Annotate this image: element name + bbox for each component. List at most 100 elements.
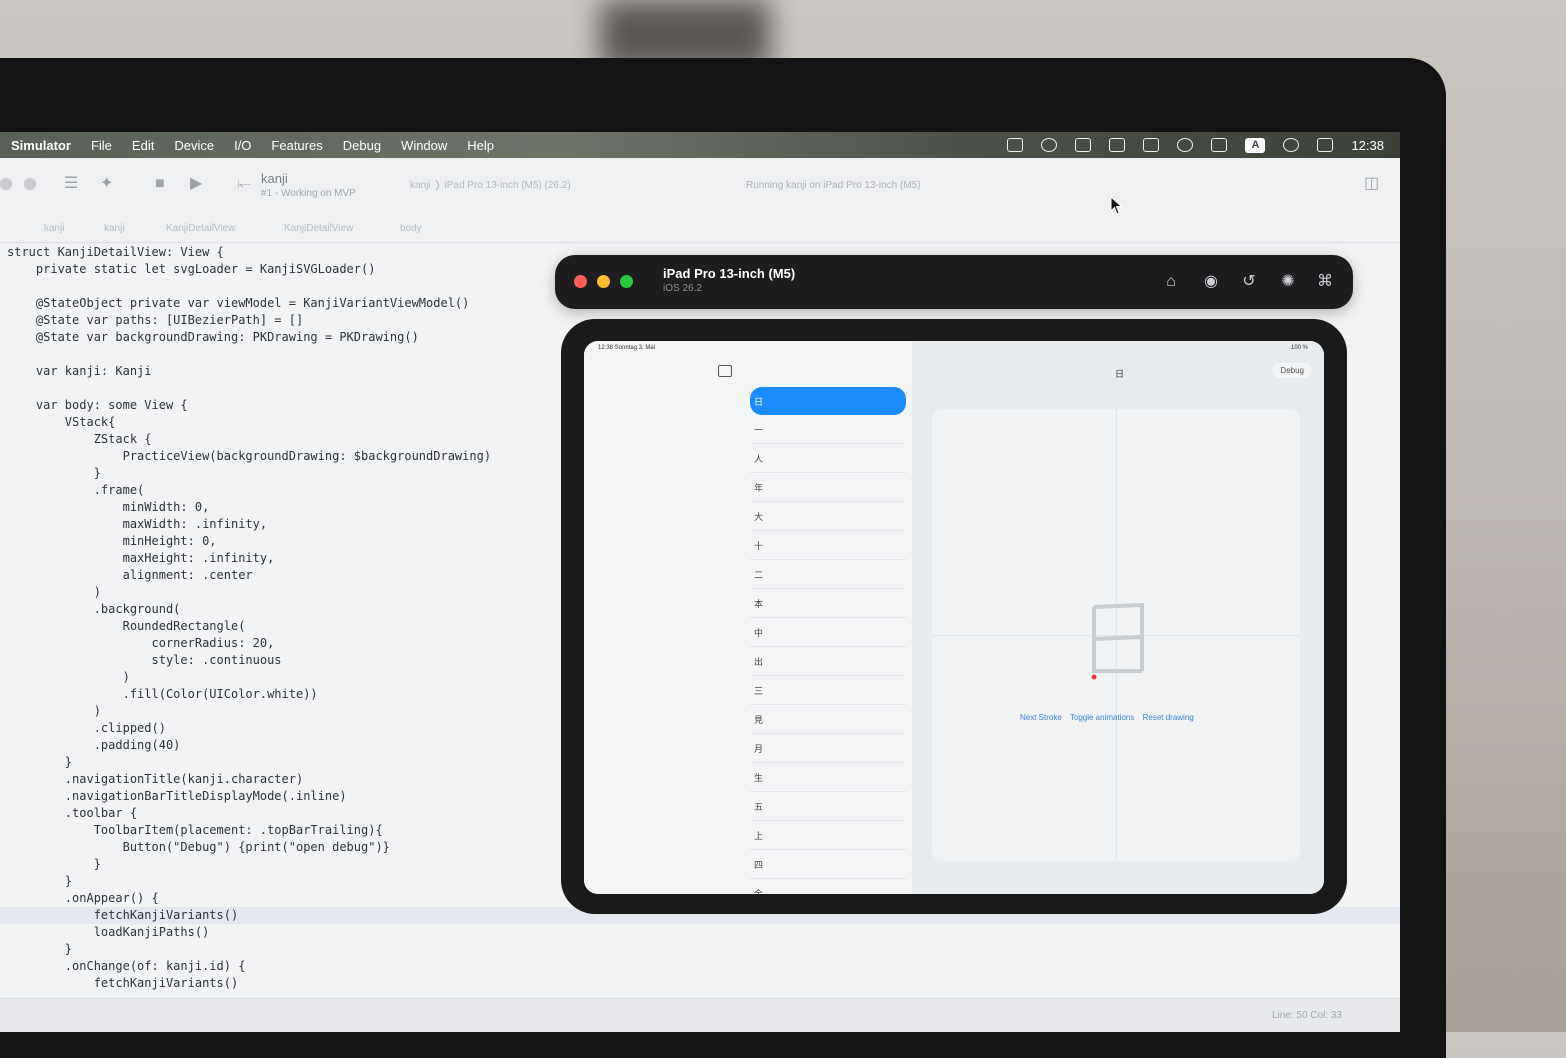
screenshot-icon[interactable]: ◉ <box>1201 272 1221 292</box>
code-line[interactable]: .padding(40) <box>7 737 181 754</box>
kanji-list-item[interactable]: 人 <box>750 444 906 473</box>
calendar-icon[interactable] <box>1109 138 1126 152</box>
code-line[interactable]: .fill(Color(UIColor.white)) <box>7 686 318 703</box>
jump-folder[interactable]: kanji <box>104 223 125 234</box>
code-line[interactable]: } <box>7 941 72 958</box>
menu-debug[interactable]: Debug <box>343 138 381 153</box>
code-line[interactable]: .onChange(of: kanji.id) { <box>7 958 246 975</box>
kanji-list-item[interactable]: 上 <box>750 821 906 850</box>
code-line[interactable]: .background( <box>7 601 181 618</box>
code-line[interactable]: .toolbar { <box>7 805 137 822</box>
kanji-list-item[interactable]: 大 <box>750 502 906 531</box>
code-line[interactable]: .clipped() <box>7 720 166 737</box>
practice-canvas[interactable]: Next Stroke Toggle animations Reset draw… <box>932 409 1300 861</box>
kanji-list-item[interactable]: 年 <box>750 473 906 502</box>
code-line[interactable]: style: .continuous <box>7 652 281 669</box>
menu-app[interactable]: Simulator <box>11 138 71 153</box>
grammarly-icon[interactable] <box>1041 138 1058 152</box>
code-line[interactable]: } <box>7 754 72 771</box>
code-line[interactable]: @State var backgroundDrawing: PKDrawing … <box>7 329 419 346</box>
code-line[interactable]: .navigationTitle(kanji.character) <box>7 771 303 788</box>
inspector-toggle-icon[interactable]: ◫ <box>1364 175 1379 193</box>
menu-device[interactable]: Device <box>174 138 214 153</box>
reset-drawing-button[interactable]: Reset drawing <box>1143 713 1194 722</box>
creative-cloud-icon[interactable] <box>1177 138 1194 152</box>
menu-io[interactable]: I/O <box>234 138 251 153</box>
tools-icon[interactable] <box>1211 138 1228 152</box>
menu-extra-icon[interactable] <box>1143 138 1160 152</box>
jump-file[interactable]: KanjiDetailView <box>166 223 235 234</box>
code-line[interactable]: maxHeight: .infinity, <box>7 550 275 567</box>
sim-minimize-button[interactable] <box>597 275 610 288</box>
kanji-list-item[interactable]: 一 <box>750 415 906 444</box>
menu-help[interactable]: Help <box>467 138 494 153</box>
code-line[interactable]: ) <box>7 703 101 720</box>
code-line[interactable]: cornerRadius: 20, <box>7 635 274 652</box>
stop-icon[interactable]: ■ <box>155 175 165 193</box>
code-line[interactable]: PracticeView(backgroundDrawing: $backgro… <box>7 448 491 465</box>
control-center-icon[interactable] <box>1317 138 1334 152</box>
code-line[interactable]: minWidth: 0, <box>7 499 210 516</box>
kanji-list-item[interactable]: 出 <box>750 647 906 676</box>
code-line[interactable]: minHeight: 0, <box>7 533 217 550</box>
code-line[interactable]: RoundedRectangle( <box>7 618 246 635</box>
code-line[interactable]: @StateObject private var viewModel = Kan… <box>7 295 469 312</box>
toggle-animations-button[interactable]: Toggle animations <box>1070 713 1134 722</box>
navigator-list-icon[interactable]: ☰ <box>64 175 78 193</box>
jump-struct[interactable]: KanjiDetailView <box>284 223 353 234</box>
code-line[interactable]: VStack{ <box>7 414 116 431</box>
kanji-list-item[interactable]: 月 <box>750 734 906 763</box>
kanji-list-item[interactable]: 日 <box>750 387 906 415</box>
window-minimize-button[interactable] <box>24 178 36 190</box>
code-line[interactable]: .navigationBarTitleDisplayMode(.inline) <box>7 788 347 805</box>
code-line[interactable]: .frame( <box>7 482 145 499</box>
debug-button[interactable]: Debug <box>1272 363 1312 378</box>
kanji-list-item[interactable]: 金 <box>750 879 906 894</box>
code-line[interactable]: ToolbarItem(placement: .topBarTrailing){ <box>7 822 383 839</box>
code-line[interactable]: private static let svgLoader = KanjiSVGL… <box>7 261 376 278</box>
code-line[interactable]: @State var paths: [UIBezierPath] = [] <box>7 312 303 329</box>
kanji-list-item[interactable]: 本 <box>750 589 906 618</box>
menubar-clock[interactable]: 12:38 <box>1351 138 1384 153</box>
flag-icon[interactable] <box>1075 138 1092 152</box>
ipad-screen[interactable]: 12:38 Sonntag 3. Mai 日一人年大十二本中出三見月生五上四金 … <box>584 341 1324 894</box>
code-line[interactable]: ) <box>7 584 101 601</box>
kanji-list-item[interactable]: 生 <box>750 763 906 792</box>
code-line[interactable]: loadKanjiPaths() <box>7 924 210 941</box>
code-line[interactable]: .onAppear() { <box>7 890 159 907</box>
code-line[interactable]: Button("Debug") {print("open debug")} <box>7 839 390 856</box>
rotate-icon[interactable]: ↺ <box>1239 272 1259 292</box>
jump-project[interactable]: kanji <box>44 223 65 234</box>
kanji-list-item[interactable]: 五 <box>750 792 906 821</box>
code-line[interactable]: } <box>7 856 101 873</box>
code-line[interactable]: fetchKanjiVariants() <box>7 975 239 992</box>
menu-window[interactable]: Window <box>401 138 447 153</box>
sparkle-icon[interactable]: ✦ <box>100 175 113 193</box>
code-line[interactable]: alignment: .center <box>7 567 253 584</box>
code-line[interactable]: struct KanjiDetailView: View { <box>7 244 224 261</box>
sim-zoom-button[interactable] <box>620 275 633 288</box>
kanji-list-item[interactable]: 十 <box>750 531 906 560</box>
jump-symbol[interactable]: body <box>400 223 422 234</box>
scheme-name[interactable]: kanji <box>261 171 288 186</box>
kanji-list-item[interactable]: 四 <box>750 850 906 879</box>
home-icon[interactable]: ⌂ <box>1161 272 1181 292</box>
kanji-list-item[interactable]: 見 <box>750 705 906 734</box>
kanji-list-item[interactable]: 二 <box>750 560 906 589</box>
code-line[interactable]: var kanji: Kanji <box>7 363 152 380</box>
info-icon[interactable] <box>1283 138 1300 152</box>
code-line[interactable]: fetchKanjiVariants() <box>7 907 239 924</box>
run-destination[interactable]: kanji ❭ iPad Pro 13-inch (M5) (26.2) <box>410 180 571 191</box>
window-close-button[interactable] <box>0 178 12 190</box>
menu-features[interactable]: Features <box>271 138 322 153</box>
kanji-list-item[interactable]: 中 <box>750 618 906 647</box>
next-stroke-button[interactable]: Next Stroke <box>1020 713 1062 722</box>
run-icon[interactable]: ▶ <box>190 175 202 193</box>
shake-icon[interactable]: ✺ <box>1278 272 1298 292</box>
kanji-list-item[interactable]: 三 <box>750 676 906 705</box>
sidebar-toggle-icon[interactable] <box>718 365 732 377</box>
code-line[interactable]: ) <box>7 669 130 686</box>
keyboard-icon[interactable]: ⌘ <box>1315 272 1335 292</box>
menu-edit[interactable]: Edit <box>132 138 154 153</box>
code-line[interactable]: var body: some View { <box>7 397 188 414</box>
